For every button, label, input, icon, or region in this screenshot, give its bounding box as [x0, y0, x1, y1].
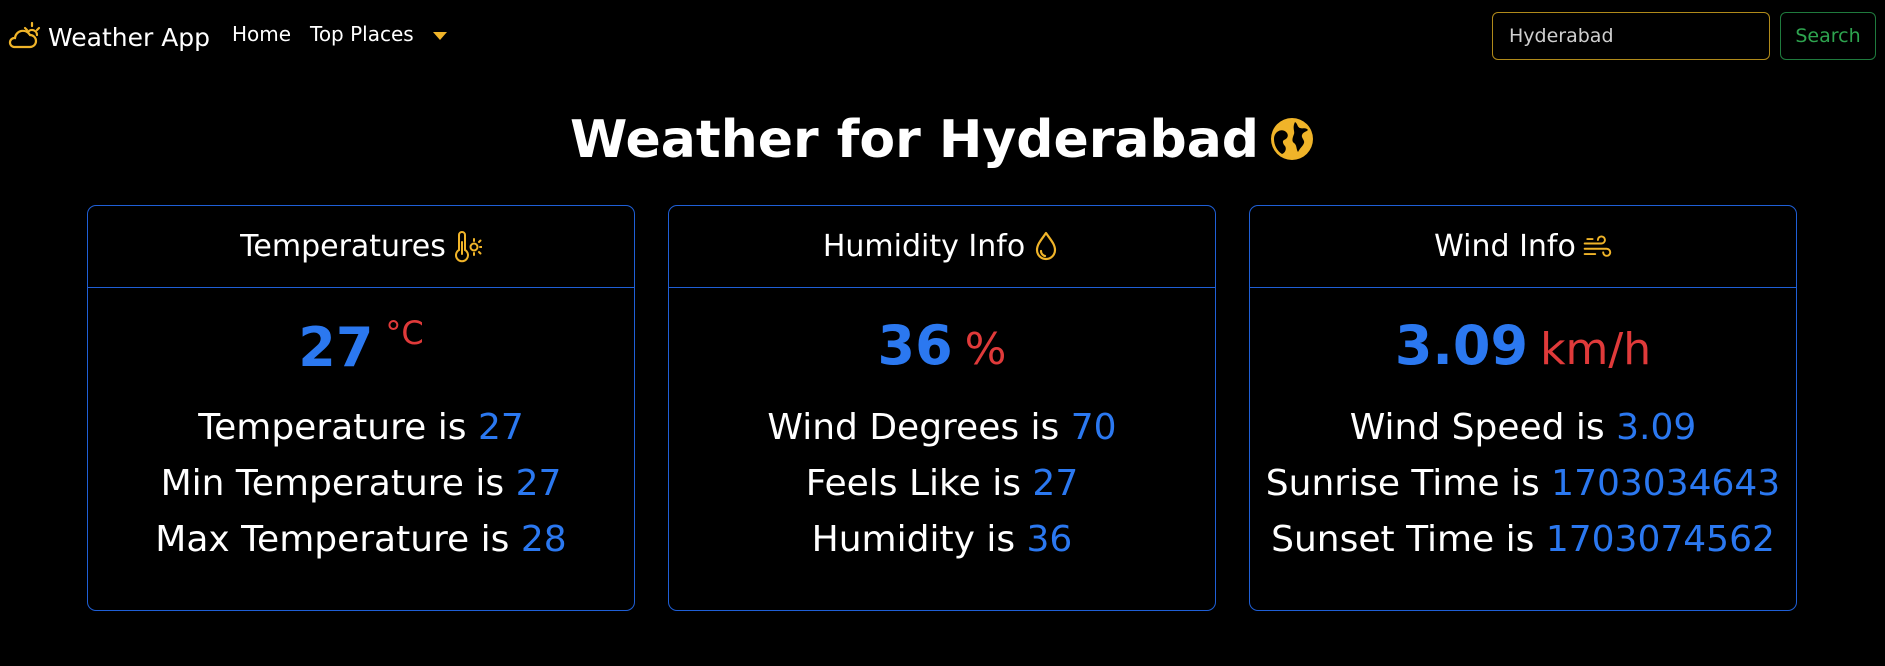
humidity-card-header: Humidity Info — [669, 206, 1215, 288]
chevron-down-icon[interactable] — [433, 32, 447, 40]
wind-main-value: 3.09 km/h — [1250, 314, 1796, 384]
wind-icon — [1583, 234, 1612, 257]
humidity-unit: % — [964, 324, 1007, 375]
temperature-big-number: 27 — [298, 316, 374, 379]
nav-home-link[interactable]: Home — [232, 22, 291, 46]
humidity-main-value: 36% — [669, 314, 1215, 384]
temperatures-header-label: Temperatures — [240, 229, 446, 264]
wind-speed-value: 3.09 — [1616, 407, 1697, 448]
wind-card: Wind Info 3.09 km/h Wind Speed is 3.09 Su… — [1249, 205, 1797, 611]
sunset-time-line: Sunset Time is 1703074562 — [1250, 512, 1796, 568]
temperatures-card-body: 27 °C Temperature is 27 Min Temperature i… — [88, 314, 634, 568]
temperature-line-label: Temperature is — [198, 407, 467, 448]
wind-big-number: 3.09 — [1394, 314, 1529, 377]
wind-unit: km/h — [1540, 324, 1652, 375]
brand-link[interactable]: Weather App — [8, 20, 210, 54]
wind-card-header: Wind Info — [1250, 206, 1796, 288]
search-input[interactable] — [1492, 12, 1770, 60]
sunset-time-value: 1703074562 — [1545, 519, 1775, 560]
navbar: Weather App Home Top Places Search — [0, 0, 1885, 76]
min-temperature-line: Min Temperature is 27 — [88, 456, 634, 512]
globe-icon — [1271, 118, 1314, 160]
search-button[interactable]: Search — [1780, 12, 1876, 60]
humidity-card: Humidity Info 36% Wind Degrees is 70 Fee… — [668, 205, 1216, 611]
cloud-sun-icon — [8, 21, 41, 49]
temperature-main-value: 27 °C — [88, 314, 634, 384]
temperature-line-value: 27 — [477, 407, 524, 448]
max-temperature-label: Max Temperature is — [155, 519, 510, 560]
temperature-unit: °C — [385, 314, 424, 352]
nav-top-places-link[interactable]: Top Places — [310, 22, 414, 46]
sunrise-time-label: Sunrise Time is — [1265, 463, 1540, 504]
temperature-line: Temperature is 27 — [88, 400, 634, 456]
page-title: Weather for Hyderabad — [0, 110, 1885, 170]
min-temperature-label: Min Temperature is — [160, 463, 505, 504]
feels-like-line: Feels Like is 27 — [669, 456, 1215, 512]
sunrise-time-line: Sunrise Time is 1703034643 — [1250, 456, 1796, 512]
temperatures-card: Temperatures 27 °C Temperature is 27 Min … — [87, 205, 635, 611]
max-temperature-value: 28 — [520, 519, 567, 560]
wind-speed-label: Wind Speed is — [1349, 407, 1605, 448]
droplet-icon — [1036, 231, 1057, 260]
page-title-text: Weather for Hyderabad — [569, 110, 1260, 170]
feels-like-value: 27 — [1032, 463, 1079, 504]
feels-like-label: Feels Like is — [805, 463, 1021, 504]
wind-header-label: Wind Info — [1434, 229, 1576, 264]
humidity-header-label: Humidity Info — [822, 229, 1026, 264]
wind-degrees-value: 70 — [1070, 407, 1117, 448]
humidity-line-label: Humidity is — [811, 519, 1016, 560]
max-temperature-line: Max Temperature is 28 — [88, 512, 634, 568]
humidity-card-body: 36% Wind Degrees is 70 Feels Like is 27 … — [669, 314, 1215, 568]
humidity-big-number: 36 — [877, 314, 953, 377]
sunrise-time-value: 1703034643 — [1551, 463, 1781, 504]
thermometer-sun-icon — [454, 230, 482, 262]
wind-speed-line: Wind Speed is 3.09 — [1250, 400, 1796, 456]
min-temperature-value: 27 — [515, 463, 562, 504]
sunset-time-label: Sunset Time is — [1271, 519, 1535, 560]
wind-card-body: 3.09 km/h Wind Speed is 3.09 Sunrise Time… — [1250, 314, 1796, 568]
wind-degrees-label: Wind Degrees is — [767, 407, 1060, 448]
humidity-line-value: 36 — [1026, 519, 1073, 560]
brand-label: Weather App — [48, 22, 211, 52]
wind-degrees-line: Wind Degrees is 70 — [669, 400, 1215, 456]
humidity-line: Humidity is 36 — [669, 512, 1215, 568]
temperatures-card-header: Temperatures — [88, 206, 634, 288]
